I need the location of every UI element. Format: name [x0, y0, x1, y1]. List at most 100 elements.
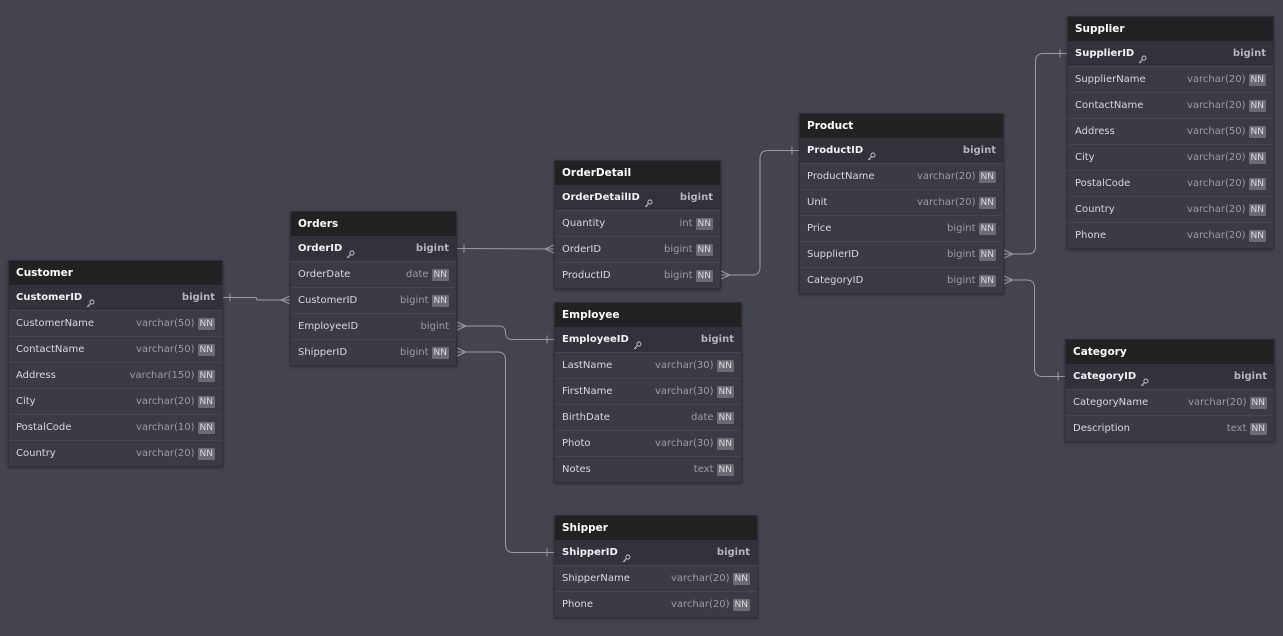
not-null-badge: NN — [1248, 229, 1266, 242]
column-meta: text NN — [694, 457, 734, 482]
column-row[interactable]: ContactName varchar(20) NN — [1068, 92, 1273, 118]
column-row[interactable]: OrderDate date NN — [291, 261, 456, 287]
column-row[interactable]: EmployeeID bigint — [291, 313, 456, 339]
column-row[interactable]: Phone varchar(20) NN — [555, 591, 757, 617]
column-meta: varchar(20) NN — [671, 566, 750, 591]
column-name: CategoryName — [1073, 397, 1149, 408]
column-row[interactable]: ContactName varchar(50) NN — [9, 336, 222, 362]
column-type: bigint — [962, 145, 996, 156]
column-row[interactable]: Description text NN — [1066, 415, 1274, 441]
column-row[interactable]: Notes text NN — [555, 456, 741, 482]
not-null-badge: NN — [1248, 73, 1266, 86]
column-type: bigint — [679, 192, 713, 203]
table-header[interactable]: Customer — [9, 261, 222, 285]
column-meta: varchar(50) NN — [136, 311, 215, 336]
relationship-line-2[interactable] — [457, 325, 554, 340]
not-null-badge: NN — [1248, 177, 1266, 190]
column-meta: varchar(20) NN — [671, 592, 750, 617]
column-row[interactable]: ShipperName varchar(20) NN — [555, 565, 757, 591]
relationship-line-0[interactable] — [223, 297, 290, 301]
column-row[interactable]: ProductID bigint NN — [555, 262, 720, 288]
crows-foot-marker — [1003, 249, 1015, 259]
column-meta: bigint — [1234, 364, 1267, 389]
table-header[interactable]: Supplier — [1068, 17, 1273, 41]
table-header[interactable]: OrderDetail — [555, 161, 720, 185]
column-row[interactable]: ProductName varchar(20) NN — [800, 163, 1003, 189]
table-supplier[interactable]: Supplier SupplierID bigint SupplierName var… — [1067, 16, 1274, 249]
column-row[interactable]: CustomerID bigint — [9, 285, 222, 310]
column-row[interactable]: Quantity int NN — [555, 210, 720, 236]
column-name: Photo — [562, 438, 591, 449]
column-type: varchar(20) — [1186, 204, 1246, 215]
column-row[interactable]: CustomerID bigint NN — [291, 287, 456, 313]
table-header[interactable]: Category — [1066, 340, 1274, 364]
column-row[interactable]: SupplierID bigint — [1068, 41, 1273, 66]
column-row[interactable]: EmployeeID bigint — [555, 327, 741, 352]
column-row[interactable]: OrderDetailID bigint — [555, 185, 720, 210]
column-type: varchar(20) — [916, 197, 976, 208]
column-row[interactable]: City varchar(20) NN — [1068, 144, 1273, 170]
column-row[interactable]: BirthDate date NN — [555, 404, 741, 430]
column-row[interactable]: Phone varchar(20) NN — [1068, 222, 1273, 248]
relationship-line-1[interactable] — [456, 248, 555, 250]
column-row[interactable]: Price bigint NN — [800, 215, 1003, 241]
not-null-badge: NN — [197, 395, 215, 408]
table-orderdetail[interactable]: OrderDetail OrderDetailID bigint Quantity i… — [554, 160, 721, 289]
column-list: OrderDetailID bigint Quantity int NN OrderID b… — [555, 185, 720, 288]
column-type: varchar(50) — [1186, 126, 1246, 137]
column-row[interactable]: OrderID bigint NN — [555, 236, 720, 262]
column-row[interactable]: Unit varchar(20) NN — [800, 189, 1003, 215]
column-row[interactable]: LastName varchar(30) NN — [555, 352, 741, 378]
table-shipper[interactable]: Shipper ShipperID bigint ShipperName varcha… — [554, 515, 758, 618]
column-name: CategoryID — [807, 275, 864, 286]
column-row[interactable]: CustomerName varchar(50) NN — [9, 310, 222, 336]
column-row[interactable]: CategoryID bigint NN — [800, 267, 1003, 293]
column-row[interactable]: Address varchar(150) NN — [9, 362, 222, 388]
not-null-badge: NN — [716, 385, 734, 398]
column-row[interactable]: SupplierName varchar(20) NN — [1068, 66, 1273, 92]
table-customer[interactable]: Customer CustomerID bigint CustomerName var… — [8, 260, 223, 467]
not-null-badge: NN — [197, 317, 215, 330]
diagram-canvas[interactable]: Customer CustomerID bigint CustomerName var… — [0, 0, 1283, 636]
column-row[interactable]: ProductID bigint — [800, 138, 1003, 163]
column-row[interactable]: CategoryName varchar(20) NN — [1066, 389, 1274, 415]
table-orders[interactable]: Orders OrderID bigint OrderDate date NN Custo… — [290, 211, 457, 366]
relationship-line-5[interactable] — [1004, 53, 1067, 255]
table-header[interactable]: Shipper — [555, 516, 757, 540]
table-category[interactable]: Category CategoryID bigint CategoryName var… — [1065, 339, 1275, 442]
table-product[interactable]: Product ProductID bigint ProductName varcha… — [799, 113, 1004, 294]
column-row[interactable]: PostalCode varchar(10) NN — [9, 414, 222, 440]
column-name: City — [16, 396, 36, 407]
column-type: varchar(20) — [670, 573, 730, 584]
column-row[interactable]: Country varchar(20) NN — [9, 440, 222, 466]
table-header[interactable]: Product — [800, 114, 1003, 138]
column-type: varchar(20) — [1186, 152, 1246, 163]
column-row[interactable]: OrderID bigint — [291, 236, 456, 261]
not-null-badge: NN — [978, 222, 996, 235]
table-header[interactable]: Orders — [291, 212, 456, 236]
column-row[interactable]: FirstName varchar(30) NN — [555, 378, 741, 404]
column-name: PostalCode — [16, 422, 72, 433]
table-header[interactable]: Employee — [555, 303, 741, 327]
relationship-line-4[interactable] — [721, 150, 799, 276]
relationship-line-3[interactable] — [457, 351, 554, 553]
column-row[interactable]: CategoryID bigint — [1066, 364, 1274, 389]
column-name: ShipperID — [562, 540, 631, 565]
column-row[interactable]: ShipperID bigint NN — [291, 339, 456, 365]
column-meta: varchar(20) NN — [1187, 93, 1266, 118]
column-type: text — [693, 464, 714, 475]
column-row[interactable]: City varchar(20) NN — [9, 388, 222, 414]
relationship-line-6[interactable] — [1004, 279, 1065, 377]
column-name: ContactName — [16, 344, 85, 355]
column-row[interactable]: PostalCode varchar(20) NN — [1068, 170, 1273, 196]
column-row[interactable]: Address varchar(50) NN — [1068, 118, 1273, 144]
column-meta: varchar(50) NN — [1187, 119, 1266, 144]
column-row[interactable]: Country varchar(20) NN — [1068, 196, 1273, 222]
column-row[interactable]: SupplierID bigint NN — [800, 241, 1003, 267]
column-row[interactable]: Photo varchar(30) NN — [555, 430, 741, 456]
column-meta: bigint NN — [400, 288, 449, 313]
table-employee[interactable]: Employee EmployeeID bigint LastName varchar… — [554, 302, 742, 483]
column-name: ProductName — [807, 171, 875, 182]
column-row[interactable]: ShipperID bigint — [555, 540, 757, 565]
not-null-badge: NN — [978, 196, 996, 209]
